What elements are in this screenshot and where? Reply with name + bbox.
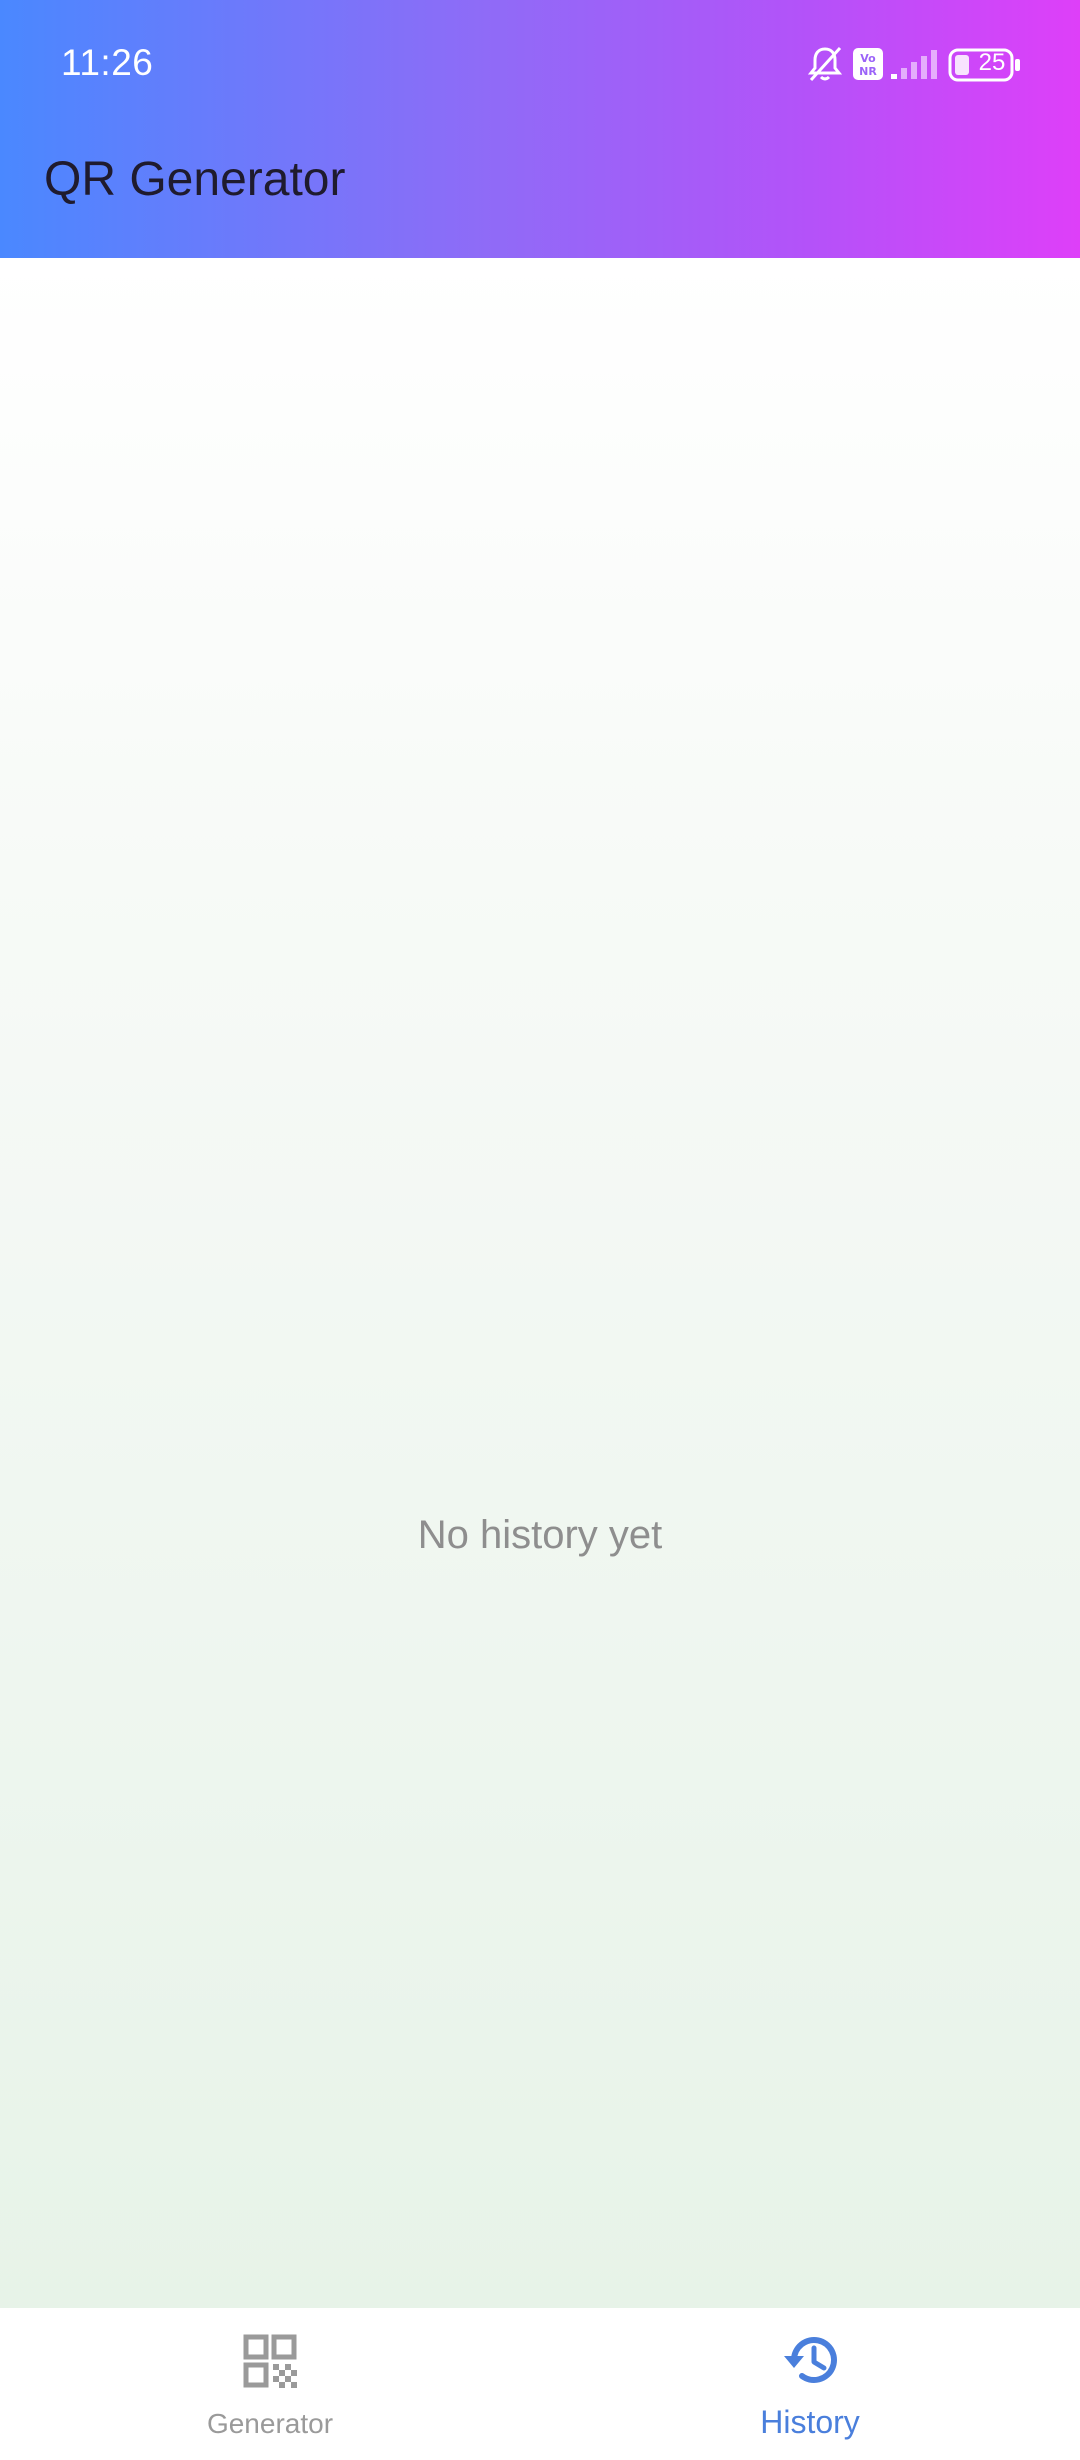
- bottom-navigation: Generator History: [0, 2308, 1080, 2460]
- bell-off-icon: [807, 46, 843, 82]
- app-bar: 11:26 Vo NR 25 QR Generator: [0, 0, 1080, 258]
- history-icon: [784, 2337, 837, 2383]
- vonr-icon: Vo NR: [853, 48, 883, 80]
- status-bar: 11:26 Vo NR 25: [0, 0, 1080, 130]
- battery-level: 25: [978, 49, 1006, 76]
- tab-history-label: History: [760, 2404, 860, 2440]
- history-list-area: No history yet: [0, 258, 1080, 2308]
- page-title: QR Generator: [44, 153, 346, 206]
- svg-text:NR: NR: [859, 65, 877, 78]
- qr-code-icon: [243, 2334, 297, 2388]
- tab-generator-label: Generator: [206, 2408, 334, 2439]
- signal-icon: [891, 50, 937, 79]
- tab-history[interactable]: History: [540, 2308, 1080, 2460]
- svg-text:Vo: Vo: [860, 52, 876, 65]
- tab-generator[interactable]: Generator: [0, 2308, 540, 2460]
- status-time: 11:26: [61, 42, 154, 83]
- empty-state-message: No history yet: [417, 1513, 663, 1557]
